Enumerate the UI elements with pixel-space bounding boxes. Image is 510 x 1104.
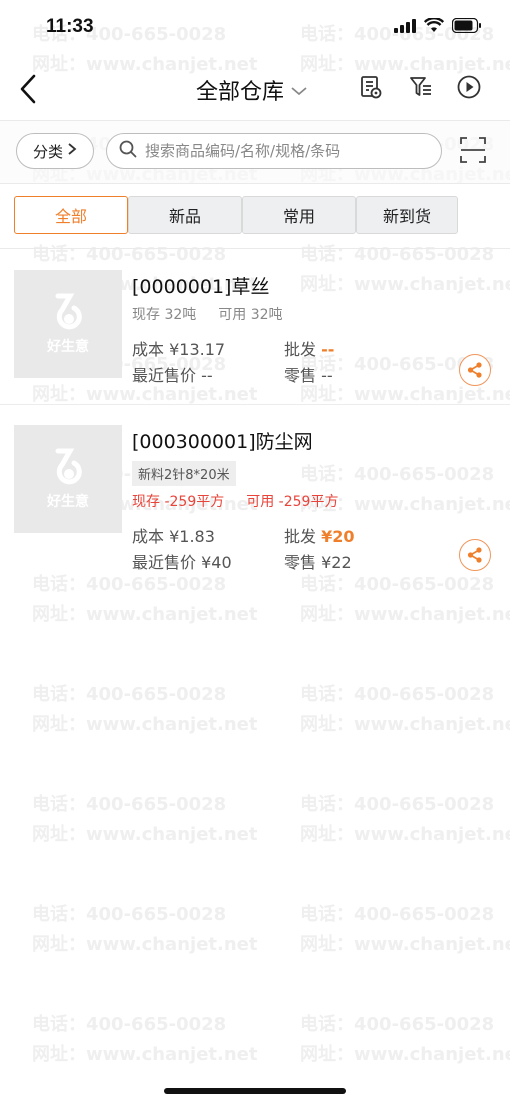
spec-tag: 新料2针8*20米 [132, 461, 236, 486]
watermark-site: 网址：www.chanjet.net [32, 1044, 258, 1065]
search-input[interactable] [143, 141, 427, 161]
cost-value: ¥13.17 [169, 340, 226, 359]
watermark-phone: 电话：400-665-0028 [32, 794, 227, 815]
watermark-phone: 电话：400-665-0028 [32, 904, 227, 925]
filter-new-arrival[interactable]: 新到货 [356, 196, 458, 234]
share-button[interactable] [459, 539, 491, 571]
wholesale-label: 批发 [284, 527, 317, 546]
filter-all[interactable]: 全部 [14, 196, 128, 234]
brand-logo-icon [55, 293, 82, 330]
product-list: 好生意 [0000001]草丝 现存 32吨 可用 32吨 成本 ¥13.17 批… [0, 250, 510, 581]
back-button[interactable] [14, 72, 44, 106]
last-price-label: 最近售价 [132, 366, 197, 385]
stock-available: 可用 -259平方 [246, 494, 339, 510]
share-icon [467, 547, 482, 563]
last-price-label: 最近售价 [132, 553, 197, 572]
chevron-right-icon [67, 142, 77, 160]
brand-logo-icon [55, 448, 82, 485]
cost-label: 成本 [132, 527, 165, 546]
product-item[interactable]: 好生意 [0000001]草丝 现存 32吨 可用 32吨 成本 ¥13.17 批… [0, 250, 510, 405]
watermark-site: 网址：www.chanjet.net [32, 934, 258, 955]
last-price-field: 最近售价 ¥40 [132, 549, 232, 573]
status-bar: 11:33 [0, 0, 510, 56]
document-settings-icon[interactable] [358, 74, 384, 100]
status-time: 11:33 [46, 16, 94, 37]
category-button[interactable]: 分类 [16, 133, 94, 169]
stock-current: 现存 -259平方 [132, 494, 225, 510]
brand-logo-text: 好生意 [47, 339, 89, 355]
stock-info: 现存 32吨 可用 32吨 [132, 304, 305, 324]
retail-label: 零售 [284, 553, 317, 572]
wholesale-value: -- [321, 340, 335, 359]
brand-logo-text: 好生意 [47, 494, 89, 510]
product-name: [0000001]草丝 [132, 276, 270, 298]
retail-field: 零售 -- [284, 362, 333, 386]
watermark-phone: 电话：400-665-0028 [300, 1014, 495, 1035]
page-title: 全部仓库 [196, 80, 285, 105]
cost-field: 成本 ¥1.83 [132, 523, 215, 547]
watermark-phone: 电话：400-665-0028 [32, 684, 227, 705]
search-box[interactable] [106, 133, 442, 169]
watermark-phone: 电话：400-665-0028 [300, 794, 495, 815]
cellular-signal-icon [394, 18, 416, 37]
warehouse-selector[interactable]: 全部仓库 [196, 74, 308, 106]
wholesale-field: 批发 ¥20 [284, 523, 355, 547]
play-icon[interactable] [456, 74, 482, 100]
battery-icon [451, 17, 482, 37]
wholesale-field: 批发 -- [284, 336, 334, 360]
scan-icon[interactable] [458, 135, 488, 165]
product-image: 好生意 [14, 425, 122, 533]
retail-field: 零售 ¥22 [284, 549, 352, 573]
category-label: 分类 [32, 142, 63, 161]
wholesale-value: ¥20 [321, 527, 355, 546]
last-price-value: -- [201, 366, 213, 385]
watermark-site: 网址：www.chanjet.net [300, 714, 510, 735]
cost-field: 成本 ¥13.17 [132, 336, 225, 360]
watermark-site: 网址：www.chanjet.net [300, 934, 510, 955]
watermark-phone: 电话：400-665-0028 [32, 1014, 227, 1035]
filter-row: 全部 新品 常用 新到货 [0, 182, 510, 249]
retail-value: ¥22 [321, 553, 352, 572]
stock-info: 现存 -259平方 可用 -259平方 [132, 491, 360, 511]
last-price-value: ¥40 [201, 553, 232, 572]
watermark-site: 网址：www.chanjet.net [300, 1044, 510, 1065]
watermark-site: 网址：www.chanjet.net [32, 824, 258, 845]
watermark-phone: 电话：400-665-0028 [300, 904, 495, 925]
watermark-site: 网址：www.chanjet.net [32, 604, 258, 625]
watermark-site: 网址：www.chanjet.net [300, 604, 510, 625]
product-item[interactable]: 好生意 [000300001]防尘网 新料2针8*20米 现存 -259平方 可用… [0, 405, 510, 581]
home-indicator[interactable] [164, 1088, 346, 1094]
stock-available: 可用 32吨 [218, 307, 283, 323]
filter-new[interactable]: 新品 [128, 196, 242, 234]
retail-label: 零售 [284, 366, 317, 385]
stock-current: 现存 32吨 [132, 307, 197, 323]
search-icon [119, 140, 137, 162]
search-row: 分类 [0, 120, 510, 184]
chevron-down-icon [290, 78, 308, 103]
watermark-site: 网址：www.chanjet.net [300, 824, 510, 845]
watermark-site: 网址：www.chanjet.net [32, 714, 258, 735]
cost-label: 成本 [132, 340, 165, 359]
filter-common[interactable]: 常用 [242, 196, 356, 234]
product-image: 好生意 [14, 270, 122, 378]
retail-value: -- [321, 366, 333, 385]
product-name: [000300001]防尘网 [132, 431, 313, 453]
status-icons [394, 17, 482, 37]
last-price-field: 最近售价 -- [132, 362, 213, 386]
wifi-icon [423, 17, 445, 37]
cost-value: ¥1.83 [169, 527, 215, 546]
watermark-phone: 电话：400-665-0028 [300, 684, 495, 705]
nav-bar: 全部仓库 [0, 60, 510, 118]
share-button[interactable] [459, 354, 491, 386]
share-icon [467, 362, 482, 378]
filter-icon[interactable] [408, 74, 434, 100]
wholesale-label: 批发 [284, 340, 317, 359]
